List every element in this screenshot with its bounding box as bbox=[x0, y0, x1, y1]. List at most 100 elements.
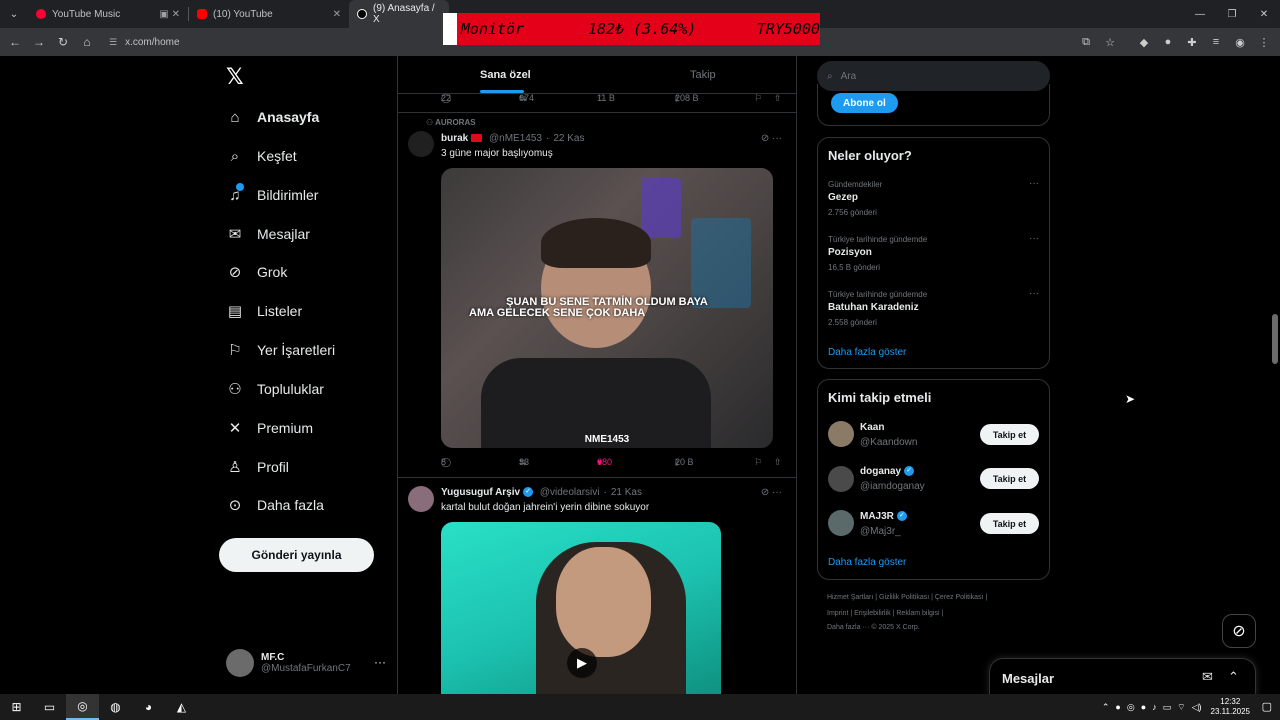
trend-item[interactable]: Batuhan Karadeniz bbox=[828, 302, 919, 313]
trend-item[interactable]: Gezep bbox=[828, 192, 858, 203]
show-more-link[interactable]: Daha fazla göster bbox=[828, 347, 906, 358]
tweet-video[interactable]: ŞUAN BU SENE TATMİN OLDUM BAYA AMA GELEC… bbox=[441, 168, 773, 448]
sidebar-item-explore[interactable]: ⌕ Keşfet bbox=[226, 144, 297, 168]
page-scrollbar[interactable] bbox=[1270, 56, 1280, 694]
bookmark-button[interactable]: ⚐ bbox=[754, 457, 762, 468]
grok-icon[interactable]: ⊘ bbox=[761, 133, 769, 144]
sidebar-item-communities[interactable]: ⚇ Topluluklar bbox=[226, 377, 324, 401]
grok-icon[interactable]: ⊘ bbox=[761, 487, 769, 498]
app-icon[interactable]: ◍ bbox=[99, 694, 132, 720]
author-name[interactable]: burak bbox=[441, 133, 468, 144]
bookmark-star-icon[interactable]: ☆ bbox=[1098, 36, 1122, 49]
media-control-icon[interactable]: ≡ bbox=[1204, 36, 1228, 48]
footer-links[interactable]: Daha fazla ··· © 2025 X Corp. bbox=[827, 624, 920, 631]
sidebar-item-grok[interactable]: ⊘ Grok bbox=[226, 260, 288, 284]
avatar[interactable] bbox=[408, 486, 434, 512]
tray-overflow-icon[interactable]: ⌃ bbox=[1102, 702, 1110, 713]
extension-icon[interactable]: ● bbox=[1156, 36, 1180, 48]
search-input[interactable]: ⌕ Ara bbox=[817, 61, 1050, 91]
tray-app-icon[interactable]: ● bbox=[1115, 702, 1120, 712]
tray-app-icon[interactable]: ● bbox=[1141, 702, 1146, 712]
extensions-puzzle-icon[interactable]: ✚ bbox=[1180, 36, 1204, 49]
tweet-time[interactable]: 22 Kas bbox=[553, 133, 584, 144]
file-explorer-icon[interactable]: ▭ bbox=[33, 694, 66, 720]
clock[interactable]: 12:32 23.11.2025 bbox=[1211, 697, 1250, 717]
sidebar-item-notifications[interactable]: ♫ Bildirimler bbox=[226, 182, 318, 207]
scrollbar-thumb[interactable] bbox=[1272, 314, 1278, 364]
author-handle[interactable]: @videolarsivi bbox=[540, 487, 600, 498]
network-icon[interactable]: ▭ bbox=[1163, 702, 1172, 713]
follow-button[interactable]: Takip et bbox=[980, 468, 1039, 489]
close-window-icon[interactable]: ✕ bbox=[1248, 0, 1280, 28]
back-icon[interactable]: ← bbox=[3, 35, 27, 49]
share-icon[interactable]: ⇧ bbox=[774, 457, 782, 468]
post-button[interactable]: Gönderi yayınla bbox=[219, 538, 374, 572]
tab-for-you[interactable]: Sana özel bbox=[480, 69, 531, 81]
tab-following[interactable]: Takip bbox=[690, 69, 716, 81]
windows-start-icon[interactable]: ⊞ bbox=[0, 694, 33, 720]
avatar[interactable] bbox=[828, 510, 854, 536]
follow-name[interactable]: Kaan bbox=[860, 422, 884, 433]
tray-app-icon[interactable]: ◎ bbox=[1127, 702, 1135, 713]
tab-youtube-music[interactable]: YouTube Music ▣ ✕ bbox=[28, 0, 188, 28]
microphone-icon[interactable]: ♪ bbox=[1152, 702, 1157, 712]
more-dots-icon[interactable]: ··· bbox=[1029, 178, 1039, 189]
sidebar-item-more[interactable]: ⊙ Daha fazla bbox=[226, 493, 324, 517]
footer-links[interactable]: Hizmet Şartları | Gizlilik Politikası | … bbox=[827, 594, 987, 601]
messages-drawer[interactable]: Mesajlar ✉ ⌃ bbox=[989, 658, 1256, 694]
more-dots-icon[interactable]: ··· bbox=[1029, 288, 1039, 299]
more-dots-icon[interactable]: ··· bbox=[374, 655, 386, 669]
tab-x-home[interactable]: (9) Anasayfa / X bbox=[349, 0, 449, 28]
follow-name[interactable]: MAJ3R bbox=[860, 511, 894, 522]
reload-icon[interactable]: ↻ bbox=[51, 35, 75, 49]
follow-button[interactable]: Takip et bbox=[980, 424, 1039, 445]
more-dots-icon[interactable]: ··· bbox=[772, 487, 782, 498]
url-field[interactable]: ☰ x.com/home bbox=[109, 37, 180, 48]
author-name[interactable]: Yugusuguf Arşiv bbox=[441, 487, 520, 498]
follow-name[interactable]: doganay bbox=[860, 466, 901, 477]
tweet-time[interactable]: 21 Kas bbox=[611, 487, 642, 498]
discord-icon[interactable]: ◕ bbox=[132, 694, 165, 720]
avatar[interactable] bbox=[828, 466, 854, 492]
x-logo-icon[interactable]: 𝕏 bbox=[226, 64, 244, 90]
grok-floating-button[interactable]: ⊘ bbox=[1222, 614, 1256, 648]
more-dots-icon[interactable]: ··· bbox=[1029, 233, 1039, 244]
share-icon[interactable]: ⇧ bbox=[774, 93, 782, 104]
tweet-video[interactable]: ▶ bbox=[441, 522, 721, 694]
footer-links[interactable]: Imprint | Erişilebilirlik | Reklam bilgi… bbox=[827, 610, 943, 617]
sidebar-item-home[interactable]: ⌂ Anasayfa bbox=[226, 105, 319, 129]
new-message-icon[interactable]: ✉ bbox=[1202, 669, 1213, 685]
expand-chevron-icon[interactable]: ⌃ bbox=[1228, 669, 1239, 685]
close-icon[interactable]: ▣ ✕ bbox=[159, 9, 180, 20]
account-switcher[interactable]: MF.C @MustafaFurkanC7 ··· bbox=[226, 649, 386, 677]
restore-icon[interactable]: ❐ bbox=[1216, 0, 1248, 28]
minimize-icon[interactable]: — bbox=[1184, 0, 1216, 28]
tab-search-button[interactable]: ⌄ bbox=[0, 0, 28, 28]
wifi-icon[interactable]: ⌔ bbox=[1177, 702, 1185, 713]
sidebar-item-profile[interactable]: ♙ Profil bbox=[226, 455, 289, 479]
profile-avatar-icon[interactable]: ◉ bbox=[1228, 36, 1252, 49]
bookmark-button[interactable]: ⚐ bbox=[754, 93, 762, 104]
avatar[interactable] bbox=[828, 421, 854, 447]
tab-youtube[interactable]: (10) YouTube ✕ bbox=[189, 0, 349, 28]
sidebar-item-premium[interactable]: ✕ Premium bbox=[226, 416, 313, 440]
app-icon[interactable]: ◭ bbox=[165, 694, 198, 720]
play-icon[interactable]: ▶ bbox=[567, 648, 597, 678]
subscribe-button[interactable]: Abone ol bbox=[831, 93, 898, 113]
close-icon[interactable]: ✕ bbox=[333, 9, 341, 20]
home-browser-icon[interactable]: ⌂ bbox=[75, 35, 99, 49]
sidebar-item-lists[interactable]: ▤ Listeler bbox=[226, 299, 302, 323]
follow-button[interactable]: Takip et bbox=[980, 513, 1039, 534]
author-handle[interactable]: @nME1453 bbox=[489, 133, 542, 144]
sidebar-item-messages[interactable]: ✉ Mesajlar bbox=[226, 222, 310, 246]
more-dots-icon[interactable]: ··· bbox=[772, 133, 782, 144]
trend-item[interactable]: Pozisyon bbox=[828, 247, 872, 258]
avatar[interactable] bbox=[408, 131, 434, 157]
forward-icon[interactable]: → bbox=[27, 35, 51, 49]
install-app-icon[interactable]: ⧉ bbox=[1074, 36, 1098, 49]
browser-menu-icon[interactable]: ⋮ bbox=[1252, 36, 1276, 49]
volume-icon[interactable]: ◁) bbox=[1192, 702, 1202, 713]
sidebar-item-bookmarks[interactable]: ⚐ Yer İşaretleri bbox=[226, 338, 335, 362]
show-more-link[interactable]: Daha fazla göster bbox=[828, 557, 906, 568]
site-info-icon[interactable]: ☰ bbox=[109, 37, 117, 48]
